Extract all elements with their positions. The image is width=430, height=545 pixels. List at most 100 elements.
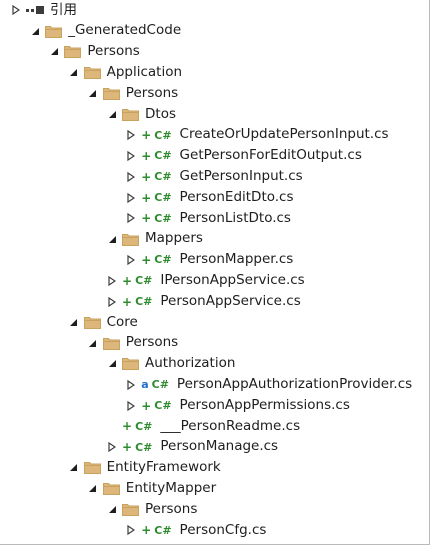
csharp-badge: C# <box>154 149 172 163</box>
tree-item-label: EntityMapper <box>125 480 217 497</box>
csharp-badge: C# <box>135 419 153 433</box>
tree-item[interactable]: Mappers <box>106 229 203 250</box>
folder-icon <box>122 357 139 371</box>
folder-icon <box>102 337 120 350</box>
tree-item[interactable]: + C# PersonListDto.cs <box>125 208 291 229</box>
collapsed-arrow-icon[interactable] <box>125 254 137 266</box>
collapsed-arrow-icon[interactable] <box>106 441 118 453</box>
collapsed-arrow-icon[interactable] <box>106 275 118 287</box>
csharp-badge: C# <box>154 191 172 205</box>
csharp-badge: C# <box>154 523 172 537</box>
expanded-arrow-icon[interactable] <box>68 462 80 474</box>
expanded-arrow-icon[interactable] <box>87 483 99 495</box>
pending-add-icon: + <box>122 419 133 434</box>
expanded-arrow-icon[interactable] <box>106 358 118 370</box>
expanded-arrow-icon[interactable] <box>106 504 118 516</box>
tree-item[interactable]: Authorization <box>106 354 235 375</box>
tree-item[interactable]: + C# GetPersonInput.cs <box>125 166 303 187</box>
tree-item-label: GetPersonForEditOutput.cs <box>179 147 362 164</box>
pending-add-icon: + <box>141 523 152 538</box>
solution-explorer-tree: 引用 _GeneratedCode Persons Application Person… <box>0 0 430 545</box>
expanded-arrow-icon[interactable] <box>48 46 60 58</box>
tree-item-label: EntityFramework <box>106 459 221 476</box>
tree-item[interactable]: + C# PersonEditDto.cs <box>125 187 294 208</box>
pending-add-icon: + <box>141 169 152 184</box>
csharp-badge: C# <box>154 253 172 267</box>
tree-item-label: Persons <box>125 84 179 101</box>
tree-item[interactable]: + C# PersonAppService.cs <box>106 291 301 312</box>
csharp-badge: C# <box>135 274 153 288</box>
tree-item[interactable]: + C# PersonAppPermissions.cs <box>125 395 350 416</box>
expanded-arrow-icon[interactable] <box>106 108 118 120</box>
tree-item[interactable]: Dtos <box>106 104 176 125</box>
tree-item[interactable]: + C# PersonCfg.cs <box>125 520 266 541</box>
collapsed-arrow-icon[interactable] <box>125 150 137 162</box>
tree-item[interactable]: Persons <box>87 83 178 104</box>
expanded-arrow-icon[interactable] <box>68 316 80 328</box>
tree-item[interactable]: + C# IPersonAppService.cs <box>106 270 305 291</box>
collapsed-arrow-icon[interactable] <box>125 400 137 412</box>
csharp-badge: C# <box>154 128 172 142</box>
expanded-arrow-icon[interactable] <box>87 88 99 100</box>
pending-add-icon: + <box>141 398 152 413</box>
csharp-file-icon: + C# <box>122 419 152 433</box>
tree-item-label: PersonManage.cs <box>160 438 279 455</box>
csharp-file-icon: a C# <box>141 378 169 391</box>
folder-icon <box>83 461 101 475</box>
tree-item[interactable]: _GeneratedCode <box>29 21 181 42</box>
tree-item-label: Mappers <box>145 230 203 247</box>
tree-item-label: Core <box>106 313 138 330</box>
pending-add-icon: + <box>141 211 152 226</box>
tree-item-label: PersonEditDto.cs <box>179 188 294 205</box>
tree-item-label: IPersonAppService.cs <box>160 272 305 289</box>
tree-item[interactable]: + C# GetPersonForEditOutput.cs <box>125 146 362 167</box>
tree-item[interactable]: Persons <box>106 499 197 520</box>
tree-item[interactable]: Application <box>68 62 182 83</box>
tree-item[interactable]: Persons <box>87 333 178 354</box>
csharp-badge: C# <box>135 440 153 454</box>
tree-item[interactable]: EntityMapper <box>87 478 216 499</box>
expanded-arrow-icon[interactable] <box>87 337 99 349</box>
expanded-arrow-icon[interactable] <box>29 25 41 37</box>
tree-item[interactable]: EntityFramework <box>68 458 221 479</box>
tree-item-label: 引用 <box>50 1 77 18</box>
csharp-badge: C# <box>151 378 169 392</box>
csharp-file-icon: + C# <box>141 399 171 413</box>
tree-item-label: Persons <box>125 334 179 351</box>
collapsed-arrow-icon[interactable] <box>125 171 137 183</box>
expanded-arrow-icon[interactable] <box>68 67 80 79</box>
collapsed-arrow-icon[interactable] <box>125 379 137 391</box>
tree-item-label: PersonCfg.cs <box>179 521 267 538</box>
csharp-file-icon: + C# <box>141 128 171 142</box>
tree-item[interactable]: + C# PersonManage.cs <box>106 437 278 458</box>
pending-add-icon: + <box>141 252 152 267</box>
tree-item-label: PersonAppAuthorizationProvider.cs <box>176 376 413 393</box>
collapsed-arrow-icon[interactable] <box>125 129 137 141</box>
pending-add-icon: + <box>141 148 152 163</box>
csharp-file-icon: + C# <box>141 191 171 205</box>
tree-item[interactable]: + C# CreateOrUpdatePersonInput.cs <box>125 125 389 146</box>
collapsed-arrow-icon[interactable] <box>125 192 137 204</box>
collapsed-arrow-icon[interactable] <box>125 212 137 224</box>
collapsed-arrow-icon[interactable] <box>106 296 118 308</box>
tree-item[interactable]: + C# ___PersonReadme.cs <box>106 416 300 437</box>
csharp-file-icon: + C# <box>141 211 171 225</box>
csharp-file-icon: + C# <box>141 149 171 163</box>
tree-item[interactable]: Persons <box>48 42 140 63</box>
pending-add-icon: + <box>141 128 152 143</box>
collapsed-arrow-icon[interactable] <box>125 524 137 536</box>
references-icon <box>26 5 44 15</box>
tree-item-label: Persons <box>145 500 198 517</box>
tree-item[interactable]: 引用 <box>10 0 77 21</box>
expanded-arrow-icon[interactable] <box>106 233 118 245</box>
tree-item[interactable]: a C# PersonAppAuthorizationProvider.cs <box>125 374 412 395</box>
tree-item[interactable]: Core <box>68 312 138 333</box>
tree-item[interactable]: + C# PersonMapper.cs <box>125 250 293 271</box>
tree-item-label: Authorization <box>145 355 236 372</box>
pending-add-icon: + <box>141 190 152 205</box>
folder-icon <box>122 108 139 121</box>
collapsed-arrow-icon[interactable] <box>10 4 22 16</box>
csharp-file-icon: + C# <box>141 253 171 267</box>
csharp-file-icon: + C# <box>141 170 171 184</box>
csharp-badge: C# <box>135 295 153 309</box>
